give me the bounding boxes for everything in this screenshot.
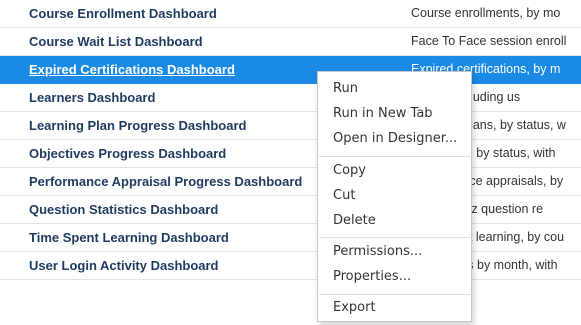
dashboard-name[interactable]: Performance Appraisal Progress Dashboard <box>29 168 302 195</box>
menu-item-cut[interactable]: Cut <box>333 186 355 206</box>
menu-separator <box>319 294 470 295</box>
dashboard-row-time-spent-learning[interactable]: Time Spent Learning Dashboard Time spent… <box>0 224 581 252</box>
dashboard-name[interactable]: User Login Activity Dashboard <box>29 252 219 279</box>
dashboard-row-question-statistics[interactable]: Question Statistics Dashboard Course qui… <box>0 196 581 224</box>
menu-item-permissions[interactable]: Permissions... <box>333 242 422 262</box>
dashboard-row-performance-appraisal-progress[interactable]: Performance Appraisal Progress Dashboard… <box>0 168 581 196</box>
dashboard-row-course-wait-list[interactable]: Course Wait List Dashboard Face To Face … <box>0 28 581 56</box>
menu-item-run[interactable]: Run <box>333 79 358 99</box>
menu-item-export[interactable]: Export <box>333 298 376 318</box>
dashboard-name[interactable]: Course Wait List Dashboard <box>29 28 203 55</box>
dashboard-name[interactable]: Course Enrollment Dashboard <box>29 0 217 27</box>
context-menu: Run Run in New Tab Open in Designer... C… <box>317 71 472 322</box>
dashboard-name[interactable]: Objectives Progress Dashboard <box>29 140 226 167</box>
menu-separator <box>319 156 470 157</box>
menu-item-copy[interactable]: Copy <box>333 161 366 181</box>
menu-item-open-in-designer[interactable]: Open in Designer... <box>333 129 457 149</box>
menu-separator <box>319 237 470 238</box>
dashboard-row-expired-certifications[interactable]: Expired Certifications Dashboard Expired… <box>0 56 581 84</box>
dashboard-description: Face To Face session enroll <box>411 34 567 48</box>
dashboard-name[interactable]: Time Spent Learning Dashboard <box>29 224 229 251</box>
menu-item-delete[interactable]: Delete <box>333 211 376 231</box>
menu-item-run-in-new-tab[interactable]: Run in New Tab <box>333 104 433 124</box>
dashboard-row-user-login-activity[interactable]: User Login Activity Dashboard User login… <box>0 252 581 280</box>
dashboard-row-learners[interactable]: Learners Dashboard Activity including us <box>0 84 581 112</box>
dashboard-description: Course enrollments, by mo <box>411 6 561 20</box>
menu-item-properties[interactable]: Properties... <box>333 267 411 287</box>
dashboard-row-learning-plan-progress[interactable]: Learning Plan Progress Dashboard Learnin… <box>0 112 581 140</box>
dashboard-name[interactable]: Learners Dashboard <box>29 84 155 111</box>
dashboard-row-course-enrollment[interactable]: Course Enrollment Dashboard Course enrol… <box>0 0 581 28</box>
dashboard-name[interactable]: Question Statistics Dashboard <box>29 196 218 223</box>
dashboard-name[interactable]: Learning Plan Progress Dashboard <box>29 112 246 139</box>
dashboard-row-objectives-progress[interactable]: Objectives Progress Dashboard Objectives… <box>0 140 581 168</box>
dashboard-name[interactable]: Expired Certifications Dashboard <box>29 56 235 83</box>
